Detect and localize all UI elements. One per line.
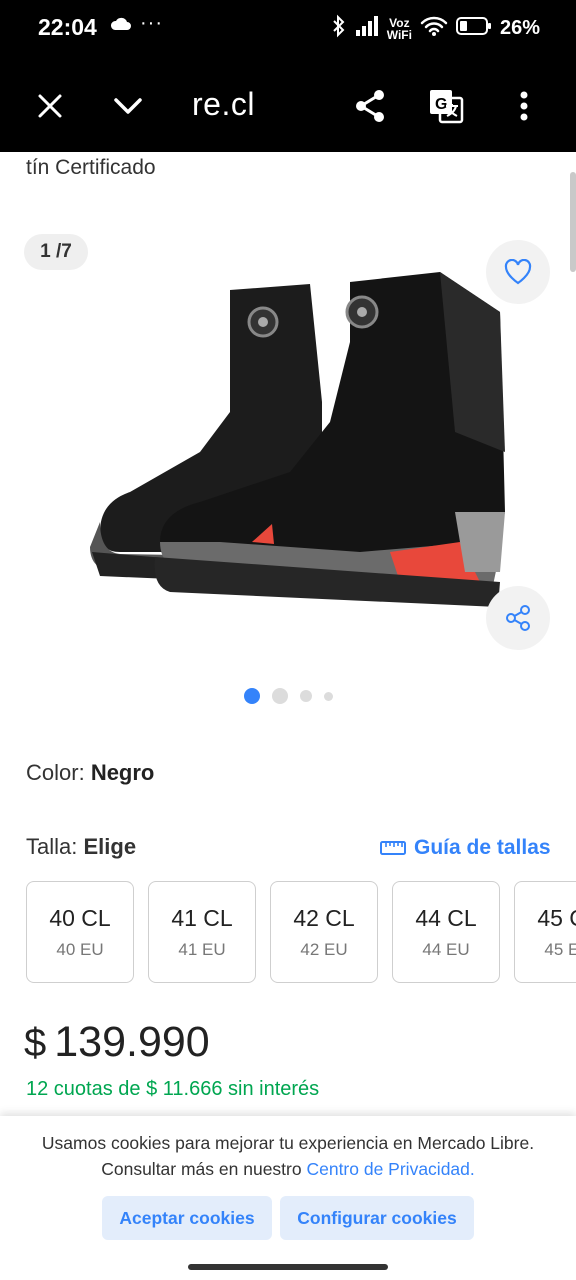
size-guide-label: Guía de tallas [414,836,551,859]
installments-info: 12 cuotas de $ 11.666 sin interés [26,1078,320,1100]
size-cl: 42 CL [293,904,355,931]
size-eu: 44 EU [422,939,470,959]
more-notifications-icon: ··· [140,12,163,34]
color-value: Negro [90,760,155,785]
pagination-dot-active[interactable] [243,688,260,704]
status-icons: Voz WiFi 26% [331,14,540,43]
size-option-45[interactable]: 45 CL 45 EU [514,881,576,983]
size-cl: 41 CL [171,904,233,931]
share-icon [356,90,384,122]
pagination-dot[interactable] [323,691,333,701]
size-label: Talla: [26,834,78,859]
size-option-42[interactable]: 42 CL 42 EU [270,881,378,983]
size-value: Elige [83,834,137,859]
size-option-40[interactable]: 40 CL 40 EU [26,881,134,983]
product-page: tín Certificado 1 /7 Color: Negro Talla:… [0,152,576,1280]
size-eu: 40 EU [56,939,104,959]
translate-button[interactable]: G [426,86,466,126]
wifi-icon [420,15,448,42]
size-eu: 45 EU [544,939,576,959]
close-tab-button[interactable] [30,86,70,126]
share-product-button[interactable] [486,586,550,650]
voz-wifi-indicator: Voz WiFi [387,17,412,41]
bluetooth-icon [331,14,347,43]
signal-icon [355,15,379,42]
pagination-dot[interactable] [299,690,312,702]
ruler-icon [380,841,406,855]
product-image[interactable] [60,252,520,632]
size-cl: 40 CL [49,904,111,931]
status-time: 22:04 [38,14,97,40]
share-icon [506,605,530,631]
price-amount: 139.990 [54,1018,210,1066]
chevron-down-icon [114,98,142,114]
configure-cookies-button[interactable]: Configurar cookies [280,1196,474,1240]
image-pagination [0,686,576,706]
product-title-fragment: tín Certificado [26,156,156,179]
scrollbar[interactable] [570,172,576,272]
size-eu: 42 EU [300,939,348,959]
close-icon [38,94,62,118]
product-price: $ 139.990 [24,1018,210,1067]
battery-icon [455,16,492,41]
browser-toolbar: re.cl G [0,56,576,152]
url-text[interactable]: re.cl [192,86,255,123]
size-cl: 44 CL [415,904,477,931]
size-cl: 45 CL [537,904,576,931]
size-selector-label: Talla: Elige [26,834,136,860]
accept-cookies-button[interactable]: Aceptar cookies [102,1196,272,1240]
translate-icon: G [430,90,464,124]
share-page-button[interactable] [350,86,390,126]
size-options: 40 CL 40 EU 41 CL 41 EU 42 CL 42 EU 44 C… [26,881,576,983]
home-indicator[interactable] [188,1264,388,1270]
cookie-banner: Usamos cookies para mejorar tu experienc… [0,1116,576,1280]
size-guide-link[interactable]: Guía de tallas [380,836,551,860]
minimize-button[interactable] [108,86,148,126]
color-label: Color: [26,760,85,785]
battery-percentage: 26% [499,17,540,39]
svg-text:G: G [435,96,447,113]
size-option-41[interactable]: 41 CL 41 EU [148,881,256,983]
size-option-44[interactable]: 44 CL 44 EU [392,881,500,983]
pagination-dot[interactable] [271,688,288,704]
privacy-center-link[interactable]: Centro de Privacidad. [306,1159,474,1179]
boot-front [154,272,505,607]
status-bar: 22:04 ··· Voz WiFi 26% [0,0,576,56]
color-selector: Color: Negro [26,760,154,786]
cookie-message: Usamos cookies para mejorar tu experienc… [30,1130,546,1182]
wifi-label: WiFi [386,27,412,42]
price-currency: $ [24,1021,47,1065]
browser-menu-button[interactable] [504,86,544,126]
more-vertical-icon [520,91,528,121]
size-eu: 41 EU [178,939,226,959]
cloud-icon [110,16,132,37]
